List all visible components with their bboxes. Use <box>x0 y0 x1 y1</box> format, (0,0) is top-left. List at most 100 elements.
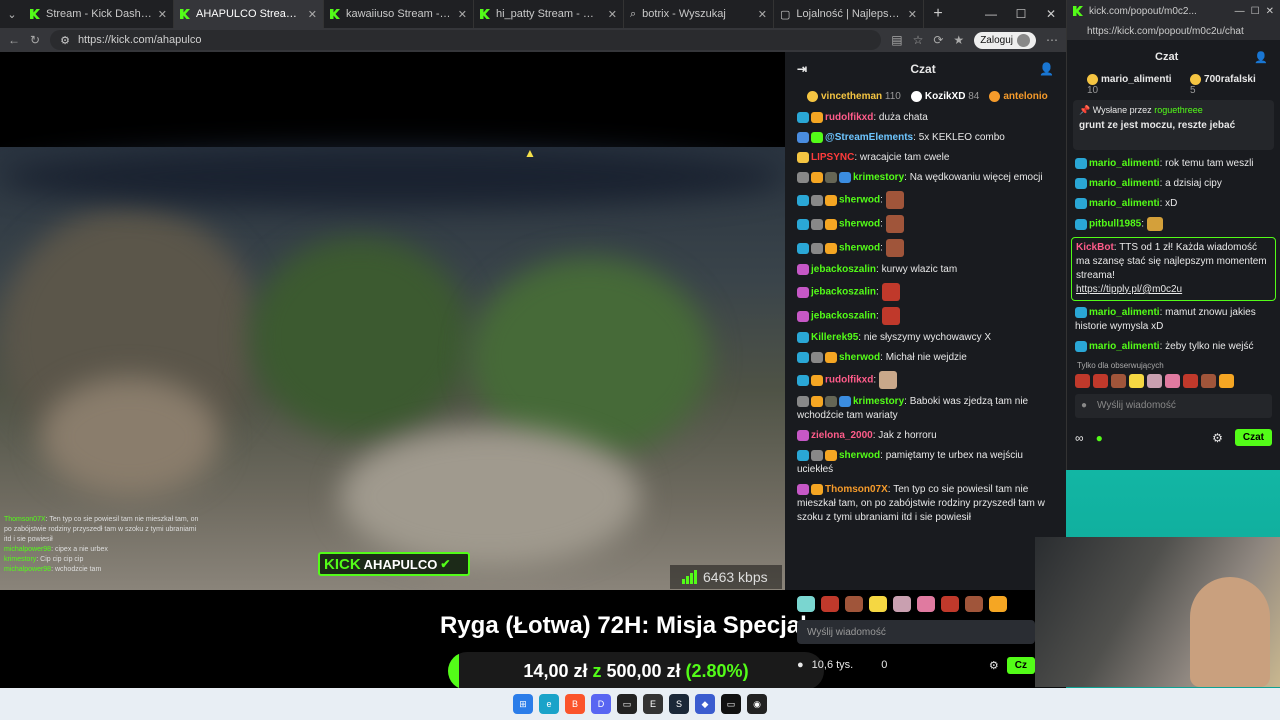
emote-icon[interactable] <box>941 596 959 612</box>
app3-icon[interactable]: ▭ <box>721 694 741 714</box>
chat-username[interactable]: mario_alimenti <box>1089 198 1160 209</box>
chat-username[interactable]: mario_alimenti <box>1089 341 1160 352</box>
settings-icon[interactable]: ⚙ <box>989 659 999 672</box>
chat-username[interactable]: rudolfikxd <box>825 112 873 123</box>
more-menu-icon[interactable]: ⋯ <box>1046 33 1058 47</box>
chat-username[interactable]: jebackoszalin <box>811 264 876 275</box>
emote-icon[interactable] <box>821 596 839 612</box>
back-icon[interactable]: ← <box>8 33 20 47</box>
settings-icon[interactable]: ⚙ <box>1212 431 1223 445</box>
chat-username[interactable]: @StreamElements <box>825 132 913 143</box>
chat-username[interactable]: krimestory <box>853 172 904 183</box>
close-tab-icon[interactable]: ✕ <box>158 8 167 21</box>
top-chatter[interactable]: vincetheman 110 <box>807 91 901 103</box>
top-chatter[interactable]: KozikXD 84 <box>910 91 979 103</box>
chat-username[interactable]: pitbull1985 <box>1089 219 1141 230</box>
browser-tab[interactable]: Stream - Kick Dashboard ✕ <box>24 0 174 28</box>
close-tab-icon[interactable]: ✕ <box>458 8 467 21</box>
browser-tab[interactable]: AHAPULCO Stream - Watch ✕ <box>174 0 324 28</box>
minimize-icon[interactable]: — <box>976 7 1006 21</box>
emote-icon[interactable] <box>1219 373 1234 388</box>
chat-username[interactable]: sherwod <box>839 219 880 230</box>
login-button[interactable]: Zaloguj <box>974 31 1036 49</box>
discord-icon[interactable]: D <box>591 694 611 714</box>
emote-icon[interactable] <box>1093 373 1108 388</box>
chat-username[interactable]: zielona_2000 <box>811 430 873 441</box>
emote-icon[interactable] <box>917 596 935 612</box>
chat-username[interactable]: sherwod <box>839 450 880 461</box>
chat-username[interactable]: rudolfikxd <box>825 375 873 386</box>
maximize-icon[interactable]: ☐ <box>1251 6 1260 17</box>
chat-username[interactable]: Thomson07X <box>825 484 888 495</box>
emote-icon[interactable] <box>1111 373 1126 388</box>
chat-username[interactable]: mario_alimenti <box>1089 307 1160 318</box>
kickbot-link[interactable]: https://tipply.pl/@m0c2u <box>1076 284 1182 295</box>
reload-icon[interactable]: ↻ <box>30 33 40 47</box>
app-icon[interactable]: ▭ <box>617 694 637 714</box>
start-icon[interactable]: ⊞ <box>513 694 533 714</box>
close-tab-icon[interactable]: ✕ <box>758 8 767 21</box>
chat-username[interactable]: sherwod <box>839 195 880 206</box>
browser-tab[interactable]: ⌕ botrix - Wyszukaj ✕ <box>624 0 774 28</box>
url-field[interactable]: ⚙ https://kick.com/ahapulco <box>50 30 882 50</box>
user-list-icon[interactable]: 👤 <box>1039 62 1054 76</box>
chat-username[interactable]: mario_alimenti <box>1089 158 1160 169</box>
close-tab-icon[interactable]: ✕ <box>908 8 917 21</box>
close-icon[interactable]: ✕ <box>1266 6 1274 17</box>
emote-icon[interactable] <box>989 596 1007 612</box>
chat-username[interactable]: sherwod <box>839 352 880 363</box>
chat-message: mario_alimenti: xD <box>1067 194 1280 214</box>
brave-icon[interactable]: B <box>565 694 585 714</box>
emote-icon[interactable] <box>1201 373 1216 388</box>
send-chat-button[interactable]: Cz <box>1006 656 1035 674</box>
chat-input[interactable]: Wyślij wiadomość <box>797 620 1035 644</box>
emote-icon[interactable] <box>1147 373 1162 388</box>
video-player[interactable]: ▲ <box>0 52 785 590</box>
top-chatter[interactable]: mario_alimenti 10 <box>1087 74 1180 96</box>
emote-icon[interactable] <box>1129 373 1144 388</box>
emote-icon[interactable] <box>797 596 815 612</box>
browser-tab[interactable]: kawaiiuso Stream - Watch Live o ✕ <box>324 0 474 28</box>
pinned-message[interactable]: 📌 Wysłane przez roguethreee grunt ze jes… <box>1073 100 1274 151</box>
reader-icon[interactable]: ▤ <box>891 33 902 47</box>
new-tab-button[interactable]: + <box>924 5 952 23</box>
emote-icon[interactable] <box>1183 373 1198 388</box>
chat-username[interactable]: jebackoszalin <box>811 311 876 322</box>
chat-username[interactable]: sherwod <box>839 243 880 254</box>
edge-icon[interactable]: e <box>539 694 559 714</box>
tab-search-button[interactable]: ⌄ <box>0 0 24 28</box>
obs-icon[interactable]: ◉ <box>747 694 767 714</box>
chat-username[interactable]: jebackoszalin <box>811 287 876 298</box>
chat-username[interactable]: mario_alimenti <box>1089 178 1160 189</box>
collections-icon[interactable]: ★ <box>953 33 964 47</box>
emote-icon[interactable] <box>1165 373 1180 388</box>
popout-chat-input[interactable]: ● Wyślij wiadomość <box>1075 393 1272 418</box>
site-info-icon[interactable]: ⚙ <box>60 34 70 47</box>
emote-icon[interactable] <box>965 596 983 612</box>
chat-username[interactable]: Killerek95 <box>811 332 858 343</box>
close-tab-icon[interactable]: ✕ <box>308 8 317 21</box>
emote-icon[interactable] <box>1075 373 1090 388</box>
donation-progress-text: 14,00 zł z 500,00 zł (2.80%) <box>448 652 824 690</box>
bookmark-icon[interactable]: ☆ <box>913 33 924 47</box>
chat-username[interactable]: krimestory <box>853 396 904 407</box>
chat-username[interactable]: LIPSYNC <box>811 152 854 163</box>
close-tab-icon[interactable]: ✕ <box>608 8 617 21</box>
top-chatter[interactable]: 700rafalski 5 <box>1190 74 1260 96</box>
browser-tab[interactable]: ▢ Lojalność | Najlepsze oprogram ✕ <box>774 0 924 28</box>
emote-icon[interactable] <box>893 596 911 612</box>
browser-tab[interactable]: hi_patty Stream - Watch Live on ✕ <box>474 0 624 28</box>
popout-send-button[interactable]: Czat <box>1234 429 1272 447</box>
app2-icon[interactable]: ◆ <box>695 694 715 714</box>
collapse-chat-icon[interactable]: ⇥ <box>797 62 807 76</box>
epic-games-icon[interactable]: E <box>643 694 663 714</box>
user-list-icon[interactable]: 👤 <box>1254 51 1268 64</box>
emote-icon[interactable] <box>869 596 887 612</box>
close-window-icon[interactable]: ✕ <box>1036 7 1066 21</box>
steam-icon[interactable]: S <box>669 694 689 714</box>
emote-icon[interactable] <box>845 596 863 612</box>
maximize-icon[interactable]: ☐ <box>1006 7 1036 21</box>
extensions-icon[interactable]: ⟳ <box>933 33 943 47</box>
top-chatter[interactable]: antelonio <box>989 91 1048 103</box>
minimize-icon[interactable]: — <box>1235 6 1245 17</box>
